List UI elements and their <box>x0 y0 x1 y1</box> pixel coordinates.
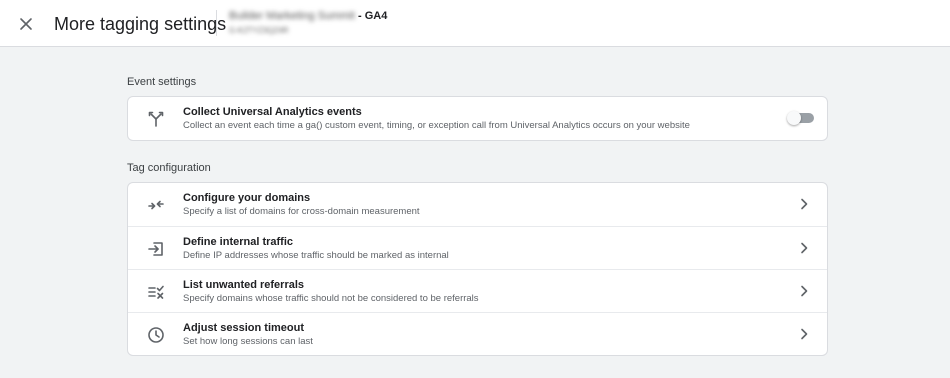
toggle-knob <box>787 111 801 125</box>
list-check-icon <box>146 282 166 302</box>
row-description: Collect an event each time a ga() custom… <box>183 120 690 131</box>
collect-ua-events-row[interactable]: Collect Universal Analytics events Colle… <box>128 97 827 140</box>
close-button[interactable] <box>14 12 38 36</box>
top-bar: More tagging settings Builder Marketing … <box>0 0 950 47</box>
section-label-tag-configuration: Tag configuration <box>127 162 211 174</box>
configure-domains-row[interactable]: Configure your domains Specify a list of… <box>128 183 827 226</box>
close-icon <box>20 18 32 30</box>
property-name: Builder Marketing Summit <box>229 10 355 22</box>
row-description: Specify domains whose traffic should not… <box>183 293 479 304</box>
row-title: Define internal traffic <box>183 236 294 248</box>
row-title: Collect Universal Analytics events <box>183 106 362 118</box>
arrows-inward-icon <box>146 195 166 215</box>
page-title: More tagging settings <box>54 14 227 34</box>
list-unwanted-referrals-row[interactable]: List unwanted referrals Specify domains … <box>128 269 827 312</box>
row-title: Configure your domains <box>183 192 311 204</box>
clock-icon <box>146 325 166 345</box>
row-title: Adjust session timeout <box>183 322 305 334</box>
data-stream-info: Builder Marketing Summit - GA4 G-K2TYZ3Q… <box>229 9 489 37</box>
adjust-session-timeout-row[interactable]: Adjust session timeout Set how long sess… <box>128 312 827 355</box>
stream-suffix: - GA4 <box>354 10 388 22</box>
fork-merge-icon <box>146 109 166 129</box>
header-divider <box>216 10 217 36</box>
login-arrow-icon <box>146 239 166 259</box>
chevron-right-icon <box>797 241 811 255</box>
chevron-right-icon <box>797 327 811 341</box>
collect-ua-events-toggle[interactable] <box>787 111 815 125</box>
row-description: Specify a list of domains for cross-doma… <box>183 206 420 217</box>
row-title: List unwanted referrals <box>183 279 305 291</box>
measurement-id: G-K2TYZ3QZ4R <box>229 26 289 35</box>
row-description: Set how long sessions can last <box>183 336 313 347</box>
chevron-right-icon <box>797 197 811 211</box>
tag-configuration-card: Configure your domains Specify a list of… <box>127 182 828 356</box>
event-settings-card: Collect Universal Analytics events Colle… <box>127 96 828 141</box>
section-label-event-settings: Event settings <box>127 76 197 88</box>
chevron-right-icon <box>797 284 811 298</box>
row-description: Define IP addresses whose traffic should… <box>183 250 449 261</box>
define-internal-traffic-row[interactable]: Define internal traffic Define IP addres… <box>128 226 827 269</box>
